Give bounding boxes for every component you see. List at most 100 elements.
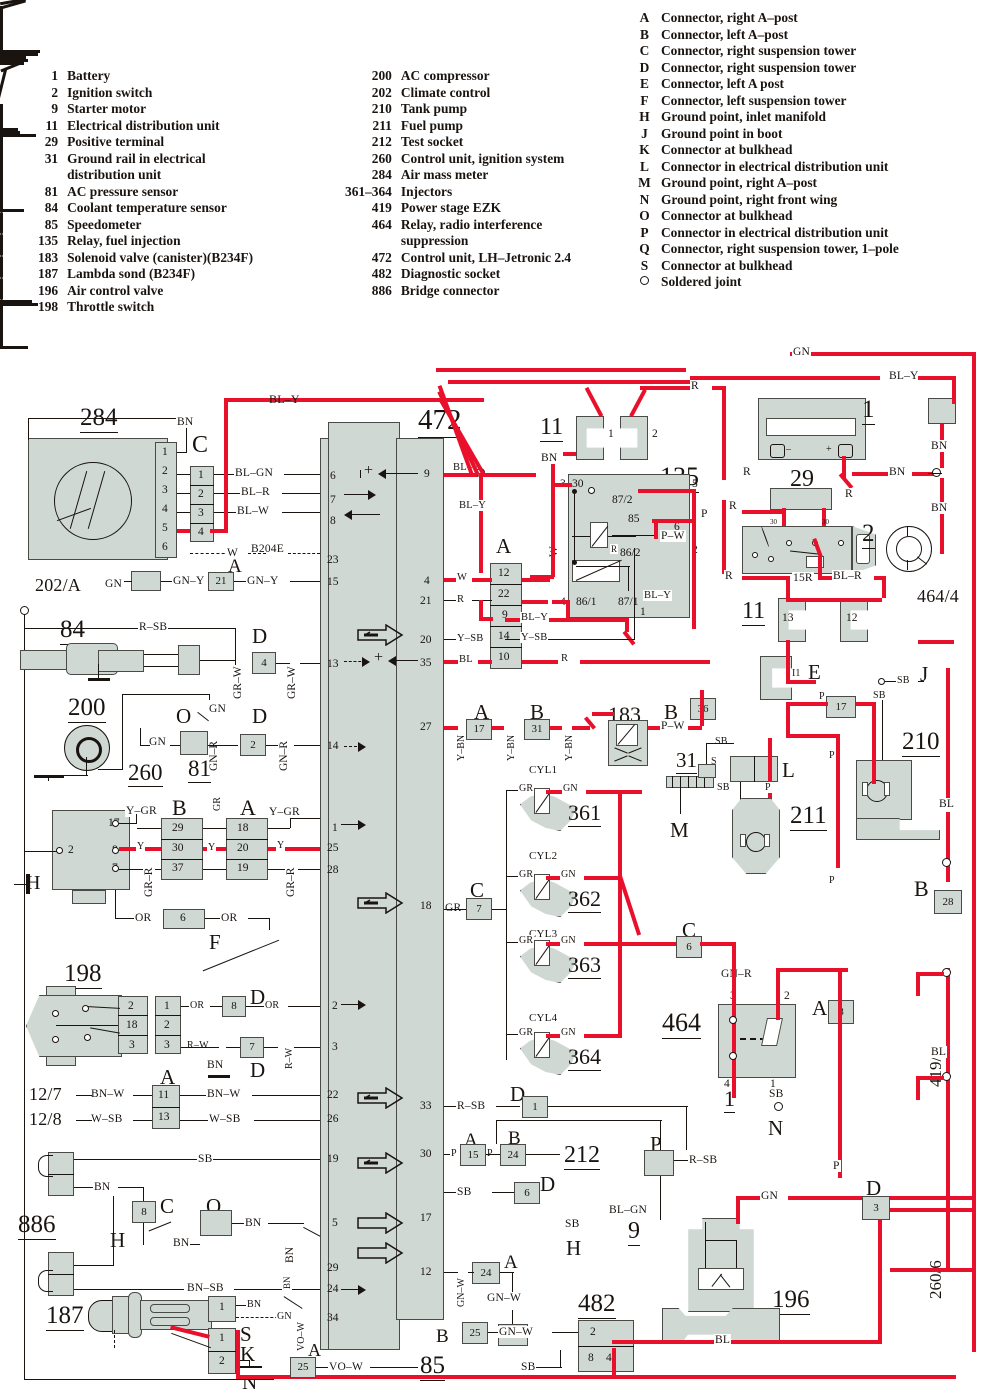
legend-id: 81 xyxy=(44,183,59,199)
w xyxy=(208,745,238,747)
legend-label: Climate control xyxy=(400,84,491,100)
w xyxy=(341,824,361,826)
connector-pin-7b: 7 xyxy=(466,898,492,920)
w xyxy=(706,743,734,745)
w-red xyxy=(530,575,554,579)
wire-label-VO-W: VO–W xyxy=(328,1361,365,1373)
w-red xyxy=(890,1208,974,1212)
w xyxy=(143,1187,145,1201)
wire-label-OR: OR xyxy=(264,1000,281,1011)
w-red xyxy=(946,668,950,798)
ecu-pin-right: 18 xyxy=(420,900,432,912)
w xyxy=(203,869,226,871)
w xyxy=(115,918,135,920)
ac-compressor-inner xyxy=(76,737,102,763)
wire-label-BN: BN xyxy=(930,502,949,514)
connA-pin: 13 xyxy=(158,1111,170,1123)
w xyxy=(298,869,320,871)
connector-A-label-9: A xyxy=(504,1252,518,1273)
w xyxy=(234,1289,320,1291)
w-red xyxy=(688,726,702,730)
injector-cyl-label: CYL4 xyxy=(529,1012,558,1024)
connector-pin-6: 6 xyxy=(676,936,702,958)
wire-label-GN: GN xyxy=(760,1190,780,1202)
w-red xyxy=(479,473,483,573)
w xyxy=(170,745,180,747)
w-red xyxy=(638,489,696,493)
wire-label-R: R xyxy=(560,653,570,664)
fuse-num: 13 xyxy=(782,612,794,624)
divider xyxy=(161,839,203,841)
connector-pin-17: 17 xyxy=(466,719,492,740)
w-red xyxy=(890,1268,974,1272)
coolant-sensor-conn xyxy=(98,650,144,672)
w-red xyxy=(692,519,696,629)
solder-joint-4 xyxy=(774,1102,783,1111)
legend-label: Coolant temperature sensor xyxy=(67,200,227,215)
legend-label: distribution unit xyxy=(67,167,162,182)
wire-label-BN: BN xyxy=(282,1275,292,1290)
legend-connector-label: Connector, left suspension tower xyxy=(661,92,847,108)
wire-label-BL: BL xyxy=(938,798,956,810)
wire-label-BL: BL xyxy=(458,654,474,665)
ts-pin: 18 xyxy=(126,1019,138,1031)
legend-connector-id: B xyxy=(640,26,649,42)
w-red xyxy=(916,972,920,996)
wire-label-BN: BN xyxy=(176,416,195,428)
legend-id: 196 xyxy=(38,282,59,298)
wire-label-SB: SB xyxy=(716,782,731,793)
w xyxy=(252,1095,320,1097)
wire-label-GN: GN xyxy=(792,346,812,358)
w xyxy=(140,745,150,747)
wire-label-BL: BL xyxy=(714,1334,732,1346)
w xyxy=(928,473,942,475)
wire-label-GN: GN xyxy=(208,703,228,715)
component-85-label: 85 xyxy=(420,1352,445,1381)
wire-label-GR: GR xyxy=(518,1027,535,1038)
wire-label-OR: OR xyxy=(220,912,239,924)
w xyxy=(492,909,506,911)
w xyxy=(396,660,418,662)
w-red xyxy=(584,1034,622,1038)
ecu-pin-left: 5 xyxy=(332,1217,338,1229)
w xyxy=(122,694,210,696)
wire-label-BN: BN xyxy=(93,1181,112,1193)
legend-connector-id: H xyxy=(639,109,650,124)
wire-label-VO-W: VO–W xyxy=(296,1321,307,1352)
wire-label-GN-R: GN–R xyxy=(720,968,753,980)
wire-label-Y: Y xyxy=(276,840,286,851)
w xyxy=(468,1272,474,1274)
relay135-term: 86/2 xyxy=(620,547,641,559)
wire-label-P: P xyxy=(828,875,836,886)
legend-label: Injectors xyxy=(400,183,453,199)
w xyxy=(28,418,30,440)
w xyxy=(344,494,370,496)
wire-label-GN-W: GN–W xyxy=(486,1292,523,1304)
w xyxy=(24,851,57,853)
w-red xyxy=(952,376,956,404)
legend-id: 183 xyxy=(38,249,59,265)
ecu-pin-left: 25 xyxy=(327,842,339,854)
connA-pin: 11 xyxy=(158,1089,170,1101)
wire-label-R: R xyxy=(728,500,738,512)
connector-pin-24: 24 xyxy=(500,1144,526,1166)
connector-F-label: F xyxy=(209,930,221,954)
divider xyxy=(226,839,268,841)
fuse-ref-12-7: 12/7 xyxy=(28,1084,63,1105)
w xyxy=(294,745,320,747)
ecu-pin-right: 12 xyxy=(420,1266,432,1278)
wire-label-OR: OR xyxy=(189,1000,206,1011)
w-red xyxy=(940,478,944,554)
connA-pin: 19 xyxy=(237,862,249,874)
w-red xyxy=(872,738,876,784)
red-rail-bl-y xyxy=(224,398,228,531)
rfi-pin: 2 xyxy=(784,990,790,1002)
wire-label-Y-GR: Y–GR xyxy=(268,806,301,818)
component-187-label: 187 xyxy=(46,1302,84,1331)
tank-pump-brush2 xyxy=(884,782,890,796)
ecu-pin-right: 30 xyxy=(420,1148,432,1160)
legend-label: Battery xyxy=(67,68,111,83)
connector-pin-17b: 17 xyxy=(826,696,856,718)
bridge-loop xyxy=(38,1155,53,1177)
legend-connector-label: Soldered joint xyxy=(661,274,742,289)
